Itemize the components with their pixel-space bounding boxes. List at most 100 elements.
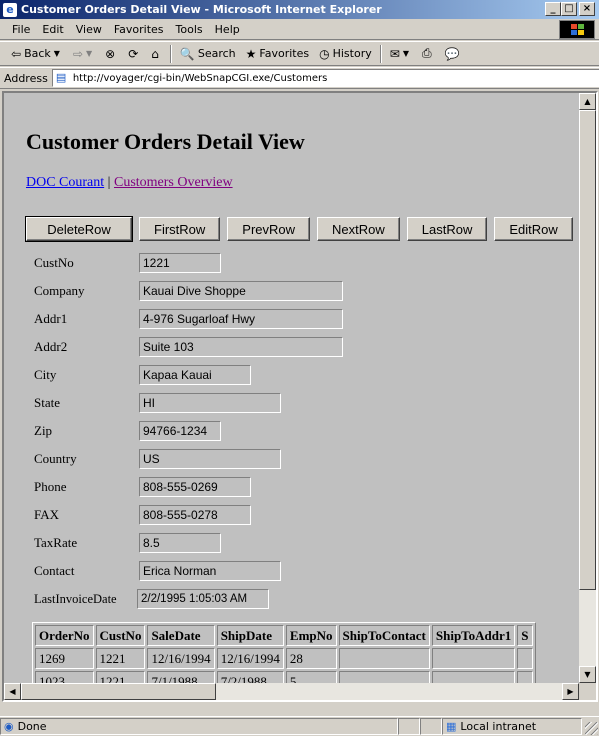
field-row: CustNo 1221 (34, 251, 221, 275)
table-cell (338, 671, 430, 683)
horizontal-scroll-thumb[interactable] (21, 683, 216, 700)
delete-row-button[interactable]: DeleteRow (25, 216, 133, 242)
search-button[interactable]: 🔍 Search (175, 47, 241, 61)
field-row: Contact Erica Norman (34, 559, 281, 583)
print-button[interactable]: ⎙ (417, 46, 440, 61)
field-row: City Kapaa Kauai (34, 363, 251, 387)
navigation-buttons: DeleteRow FirstRow PrevRow NextRow LastR… (25, 216, 579, 242)
next-row-button[interactable]: NextRow (317, 217, 400, 241)
column-header: EmpNo (285, 625, 337, 646)
toolbar-separator (379, 44, 382, 63)
custno-value: 1221 (139, 253, 221, 273)
field-row: TaxRate 8.5 (34, 531, 221, 555)
field-label: State (34, 395, 60, 410)
vertical-scroll-thumb[interactable] (579, 110, 596, 590)
scroll-left-button[interactable]: ◀ (4, 683, 21, 700)
status-panel-blank (398, 718, 420, 735)
field-label: Zip (34, 423, 53, 438)
table-cell: 1221 (95, 648, 146, 669)
field-row: Zip 94766-1234 (34, 419, 221, 443)
zip-value: 94766-1234 (139, 421, 221, 441)
zone-panel: ▦ Local intranet (442, 718, 582, 735)
horizontal-scrollbar[interactable]: ◀ ▶ (4, 683, 579, 700)
mail-button[interactable]: ✉ ▼ (385, 47, 417, 61)
field-label: CustNo (34, 255, 74, 270)
fax-value: 808-555-0278 (139, 505, 251, 525)
link-separator: | (107, 175, 111, 190)
browser-viewport: Customer Orders Detail View DOC Courant … (2, 91, 598, 702)
search-label: Search (197, 47, 236, 60)
chevron-down-icon: ▼ (402, 49, 409, 58)
column-header: ShipDate (216, 625, 284, 646)
scroll-right-button[interactable]: ▶ (562, 683, 579, 700)
vertical-scrollbar[interactable]: ▲ ▼ (579, 93, 596, 683)
field-label: FAX (34, 507, 60, 522)
page-content: Customer Orders Detail View DOC Courant … (4, 93, 579, 683)
field-row: Addr1 4-976 Sugarloaf Hwy (34, 307, 343, 331)
last-row-button[interactable]: LastRow (406, 217, 488, 241)
scroll-down-button[interactable]: ▼ (579, 666, 596, 683)
address-bar: Address ▤ http://voyager/cgi-bin/WebSnap… (0, 67, 599, 89)
nav-links: DOC Courant | Customers Overview (26, 175, 233, 191)
status-bar: ◉ Done ▦ Local intranet (0, 716, 599, 736)
table-cell (517, 648, 533, 669)
minimize-button[interactable]: _ (545, 2, 561, 16)
doc-courant-link[interactable]: DOC Courant (26, 175, 104, 190)
menu-help[interactable]: Help (209, 23, 246, 36)
contact-value: Erica Norman (139, 561, 281, 581)
edit-row-button[interactable]: EditRow (494, 217, 573, 241)
column-header: ShipToContact (338, 625, 430, 646)
page-title: Customer Orders Detail View (26, 129, 305, 154)
history-label: History (332, 47, 372, 60)
column-header: OrderNo (35, 625, 94, 646)
table-cell (431, 648, 516, 669)
field-label: Addr1 (34, 311, 68, 326)
menu-favorites[interactable]: Favorites (108, 23, 170, 36)
stop-button[interactable]: ⊗ (100, 47, 123, 61)
home-button[interactable]: ⌂ (146, 47, 167, 61)
status-text-panel: ◉ Done (0, 718, 398, 735)
refresh-button[interactable]: ⟳ (123, 47, 146, 61)
table-cell: 28 (285, 648, 337, 669)
home-icon: ⌂ (151, 46, 159, 61)
windows-logo-icon (559, 20, 595, 39)
field-row: Country US (34, 447, 281, 471)
mail-icon: ✉ (389, 46, 400, 61)
page-icon: ▤ (55, 71, 67, 84)
prev-row-button[interactable]: PrevRow (227, 217, 311, 241)
close-button[interactable]: × (579, 2, 595, 16)
ie-logo-icon: e (3, 2, 17, 17)
discuss-button[interactable]: 💬 (440, 47, 468, 61)
first-row-button[interactable]: FirstRow (139, 217, 221, 241)
addr1-value: 4-976 Sugarloaf Hwy (139, 309, 343, 329)
table-cell: 5 (285, 671, 337, 683)
field-label: TaxRate (34, 535, 78, 550)
resize-grip-icon[interactable] (585, 722, 598, 735)
table-cell: 1023 (35, 671, 94, 683)
state-value: HI (139, 393, 281, 413)
menu-view[interactable]: View (70, 23, 108, 36)
forward-arrow-icon: ⇨ (72, 46, 83, 61)
menu-edit[interactable]: Edit (36, 23, 69, 36)
zone-text: Local intranet (460, 720, 537, 733)
forward-button[interactable]: ⇨ ▼ (68, 47, 100, 61)
favorites-button[interactable]: ★ Favorites (241, 47, 314, 61)
toolbar-separator (169, 44, 172, 63)
menu-tools[interactable]: Tools (170, 23, 209, 36)
back-button[interactable]: ⇦ Back ▼ (6, 47, 68, 61)
favorites-icon: ★ (245, 46, 257, 61)
table-cell: 12/16/1994 (216, 648, 284, 669)
status-panel-blank (420, 718, 442, 735)
history-button[interactable]: ◷ History (314, 47, 377, 61)
field-row: Phone 808-555-0269 (34, 475, 251, 499)
maximize-button[interactable]: □ (561, 2, 577, 16)
window-controls: _ □ × (545, 2, 595, 16)
status-text: Done (17, 720, 47, 733)
address-input[interactable]: ▤ http://voyager/cgi-bin/WebSnapCGI.exe/… (51, 69, 599, 87)
menu-file[interactable]: File (6, 23, 36, 36)
scroll-up-button[interactable]: ▲ (579, 93, 596, 110)
field-label: Addr2 (34, 339, 68, 354)
lastinvoicedate-value: 2/2/1995 1:05:03 AM (137, 589, 269, 609)
table-cell: 1269 (35, 648, 94, 669)
customers-overview-link[interactable]: Customers Overview (114, 175, 233, 190)
